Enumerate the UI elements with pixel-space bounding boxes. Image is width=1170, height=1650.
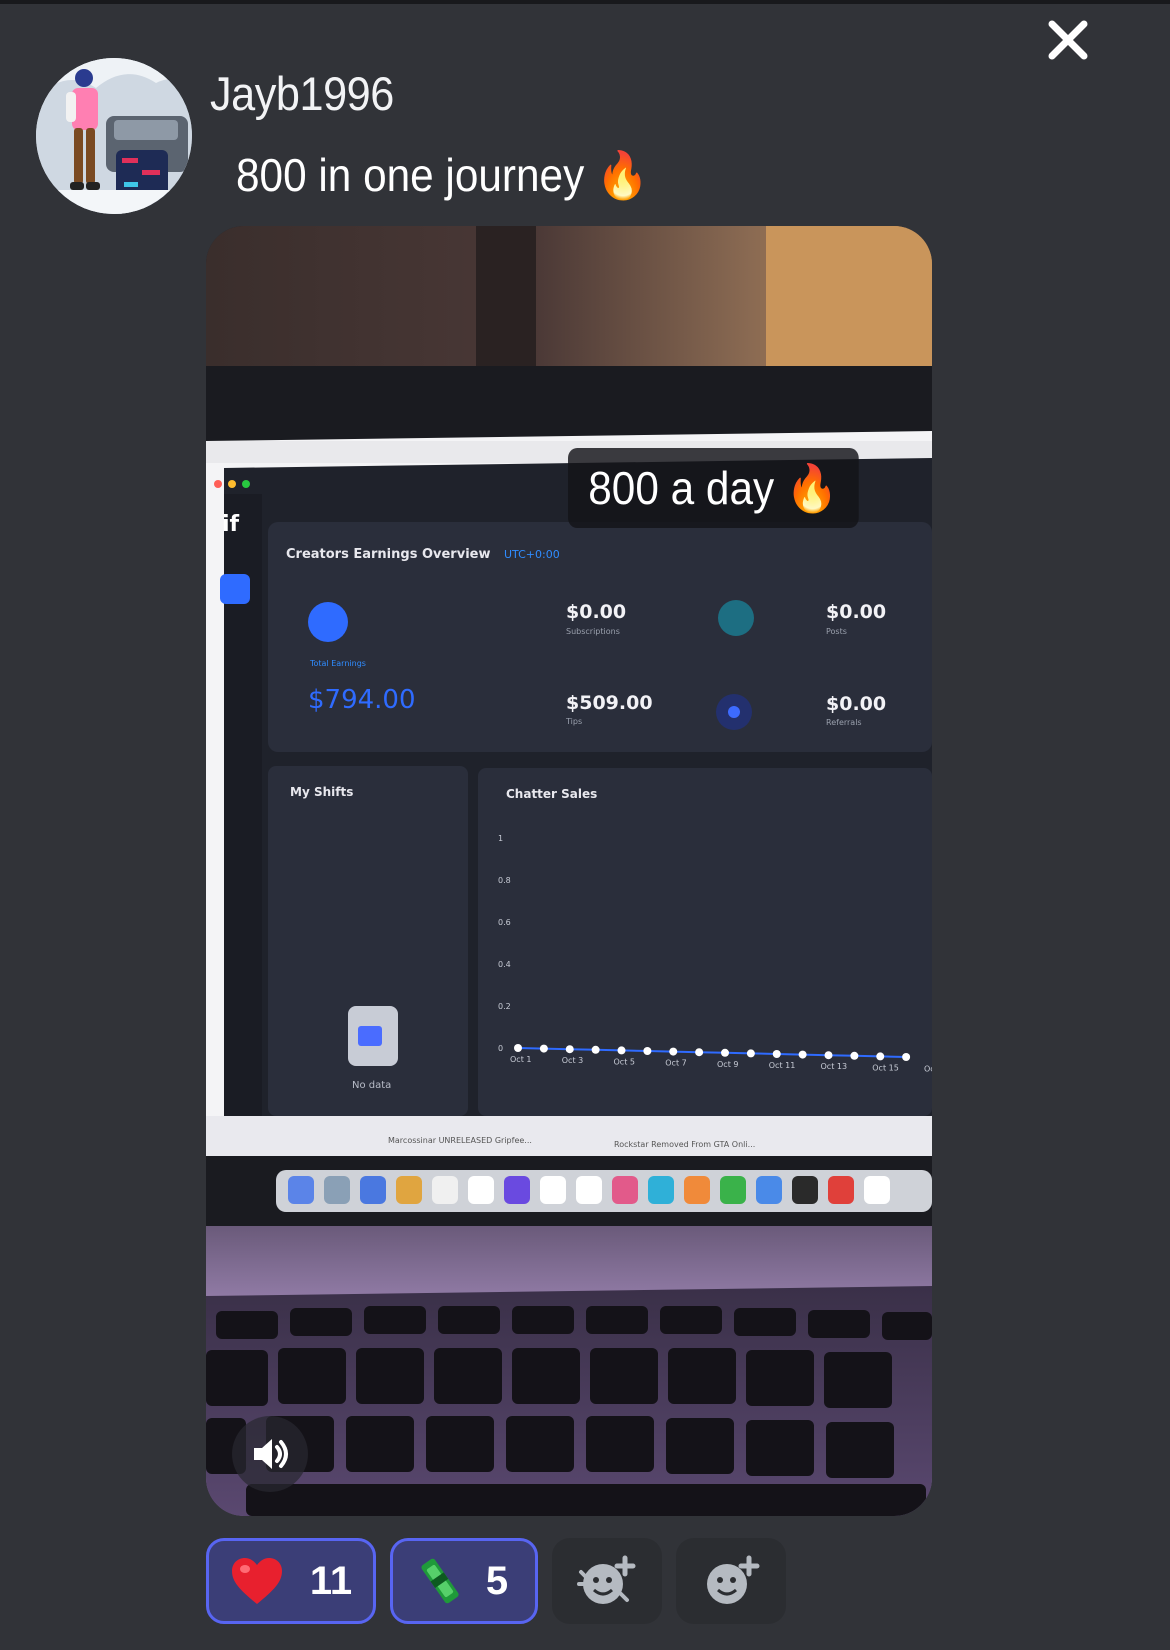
close-icon [1048, 20, 1088, 60]
referrals-value: $0.00 [826, 693, 886, 715]
svg-text:if: if [222, 512, 240, 537]
add-emoji-icon [707, 1555, 760, 1604]
volume-button[interactable] [232, 1416, 308, 1492]
username[interactable]: Jayb1996 [210, 66, 394, 121]
avatar[interactable] [36, 58, 192, 214]
timezone-label: UTC+0:00 [504, 548, 560, 561]
data-point [850, 1051, 859, 1060]
posts-value: $0.00 [826, 601, 886, 623]
tips-value: $509.00 [566, 692, 653, 714]
data-point [565, 1045, 574, 1054]
media-viewer: Jayb1996 800 in one journey 🔥 if Creator… [0, 0, 1170, 1650]
video-caption-overlay: 800 a day 🔥 [568, 448, 859, 528]
svg-text:Marcossinar UNRELEASED Gripfee: Marcossinar UNRELEASED Gripfee... [388, 1136, 532, 1145]
video-frame: if Creators Earnings Overview UTC+0:00 T… [206, 226, 932, 1516]
x-tick-label: Oct 7 [665, 1059, 686, 1068]
close-button[interactable] [1040, 12, 1096, 68]
reaction-heart[interactable]: 11 [206, 1538, 376, 1624]
data-point [514, 1044, 522, 1052]
data-point [876, 1052, 885, 1061]
overview-title: Creators Earnings Overview [286, 547, 490, 562]
x-tick-label: Oct 1 [510, 1055, 531, 1064]
heart-emoji-icon [231, 1558, 282, 1604]
svg-text:Rockstar Removed From GTA Onli: Rockstar Removed From GTA Onli... [614, 1140, 755, 1149]
top-edge [0, 0, 1170, 4]
referrals-label: Referrals [826, 718, 862, 727]
subscriptions-label: Subscriptions [566, 627, 620, 636]
posts-label: Posts [826, 627, 847, 636]
add-super-reaction-icon [577, 1555, 636, 1604]
x-tick-label: Oct 11 [769, 1061, 796, 1070]
data-point [721, 1048, 729, 1057]
avatar-photo [36, 58, 192, 214]
video-player[interactable]: if Creators Earnings Overview UTC+0:00 T… [206, 226, 932, 1516]
data-point [772, 1050, 781, 1058]
y-tick-label: 1 [498, 834, 503, 843]
total-earnings-value: $794.00 [308, 685, 416, 715]
x-tick-label: Oct 15 [872, 1063, 899, 1072]
data-point [824, 1051, 833, 1060]
reaction-money[interactable]: 5 [390, 1538, 538, 1624]
money-emoji-icon [421, 1558, 459, 1604]
x-tick-label: Oct 9 [717, 1060, 738, 1069]
data-point [695, 1048, 704, 1057]
x-tick-label: Oct [924, 1065, 932, 1074]
data-point [617, 1046, 626, 1055]
tips-label: Tips [565, 717, 582, 726]
data-point [591, 1045, 600, 1054]
add-reaction-button[interactable] [552, 1538, 662, 1624]
y-tick-label: 0.6 [498, 918, 511, 927]
y-tick-label: 0.2 [498, 1002, 511, 1011]
speaker-icon [254, 1439, 288, 1469]
data-point [669, 1047, 678, 1056]
reaction-count: 11 [309, 1558, 353, 1603]
no-data-label: No data [352, 1080, 391, 1091]
y-tick-label: 0 [498, 1044, 503, 1053]
x-tick-label: Oct 3 [562, 1056, 583, 1065]
message-text: 800 in one journey 🔥 [236, 149, 649, 201]
x-tick-label: Oct 5 [614, 1057, 635, 1066]
sales-title: Chatter Sales [506, 787, 597, 801]
data-point [643, 1047, 652, 1055]
reaction-count: 5 [485, 1558, 509, 1603]
subscriptions-value: $0.00 [566, 601, 626, 623]
data-point [798, 1050, 807, 1059]
data-point [539, 1044, 548, 1053]
y-tick-label: 0.4 [498, 960, 511, 969]
y-tick-label: 0.8 [498, 876, 511, 885]
x-tick-label: Oct 13 [821, 1062, 848, 1071]
reaction-bar: 11 5 [206, 1538, 786, 1628]
data-point [902, 1053, 911, 1061]
data-point [746, 1049, 755, 1058]
add-emoji-button[interactable] [676, 1538, 786, 1624]
shifts-title: My Shifts [290, 785, 353, 799]
total-earnings-label: Total Earnings [309, 659, 366, 668]
